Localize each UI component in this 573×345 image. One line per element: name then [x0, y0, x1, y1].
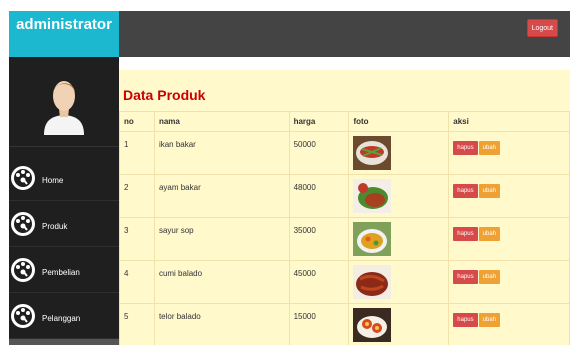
brand-title[interactable]: administrator: [9, 11, 119, 57]
cell-nama: ayam bakar: [153, 174, 290, 218]
cell-harga: 15000: [288, 303, 350, 345]
cell-aksi: hapus ubah: [448, 174, 570, 218]
hapus-button[interactable]: hapus: [453, 141, 478, 155]
sidebar-item-produk[interactable]: Produk: [9, 201, 119, 247]
column-header-no: no: [119, 111, 155, 132]
sidebar: Home Produk Pembelian Pelanggan: [9, 57, 119, 345]
cell-nama: cumi balado: [153, 260, 290, 304]
sidebar-item-label: Home: [42, 176, 64, 185]
cell-aksi: hapus ubah: [448, 303, 570, 345]
cell-foto: [348, 217, 450, 261]
product-table: no nama harga foto aksi 1 ikan bakar 500…: [119, 111, 570, 345]
cell-nama: sayur sop: [153, 217, 290, 261]
cell-no: 1: [119, 131, 155, 175]
column-header-foto: foto: [348, 111, 450, 132]
table-row: 4 cumi balado 45000 hapus ubah: [119, 260, 570, 304]
sidebar-item-label: Pembelian: [42, 268, 80, 277]
hapus-button[interactable]: hapus: [453, 184, 478, 198]
sidebar-item-label: Produk: [42, 222, 68, 231]
cell-foto: [348, 174, 450, 218]
user-avatar-icon: [44, 80, 84, 135]
cell-aksi: hapus ubah: [448, 131, 570, 175]
page-title: Data Produk: [123, 87, 206, 103]
ubah-button[interactable]: ubah: [478, 184, 500, 198]
product-photo: [353, 308, 392, 342]
ubah-button[interactable]: ubah: [478, 141, 500, 155]
cell-no: 4: [119, 260, 155, 304]
dashboard-gauge-icon: [11, 257, 35, 282]
main-area: Data Produk no nama harga foto aksi 1 ik…: [119, 57, 573, 345]
product-photo: [353, 136, 392, 170]
top-navbar: Logout: [119, 11, 570, 57]
sidebar-item-pembelian[interactable]: Pembelian: [9, 247, 119, 293]
column-header-nama: nama: [153, 111, 290, 132]
sidebar-next-item-edge: [9, 339, 119, 345]
cell-no: 3: [119, 217, 155, 261]
cell-foto: [348, 131, 450, 175]
hapus-button[interactable]: hapus: [453, 313, 478, 327]
cell-foto: [348, 303, 450, 345]
product-photo: [353, 222, 392, 256]
hapus-button[interactable]: hapus: [453, 227, 478, 241]
column-header-harga: harga: [288, 111, 350, 132]
ubah-button[interactable]: ubah: [478, 270, 500, 284]
content-panel: Data Produk no nama harga foto aksi 1 ik…: [119, 70, 570, 345]
cell-harga: 35000: [288, 217, 350, 261]
ubah-button[interactable]: ubah: [478, 227, 500, 241]
product-photo: [353, 179, 392, 213]
hapus-button[interactable]: hapus: [453, 270, 478, 284]
sidebar-item-pelanggan[interactable]: Pelanggan: [9, 293, 119, 339]
column-header-aksi: aksi: [448, 111, 570, 132]
product-photo: [353, 265, 392, 299]
cell-nama: telor balado: [153, 303, 290, 345]
table-row: 1 ikan bakar 50000 hapus ubah: [119, 131, 570, 175]
table-row: 5 telor balado 15000 hapus ubah: [119, 303, 570, 345]
sidebar-item-label: Pelanggan: [42, 314, 81, 323]
cell-no: 5: [119, 303, 155, 345]
table-header-row: no nama harga foto aksi: [119, 111, 570, 132]
logout-button[interactable]: Logout: [526, 19, 558, 37]
dashboard-gauge-icon: [11, 211, 35, 236]
table-row: 3 sayur sop 35000 hapus ubah: [119, 217, 570, 261]
cell-harga: 48000: [288, 174, 350, 218]
dashboard-gauge-icon: [11, 303, 35, 328]
user-avatar-area: [9, 57, 119, 147]
table-row: 2 ayam bakar 48000 hapus ubah: [119, 174, 570, 218]
cell-harga: 45000: [288, 260, 350, 304]
sidebar-item-home[interactable]: Home: [9, 155, 119, 201]
cell-no: 2: [119, 174, 155, 218]
ubah-button[interactable]: ubah: [478, 313, 500, 327]
cell-harga: 50000: [288, 131, 350, 175]
cell-aksi: hapus ubah: [448, 217, 570, 261]
cell-nama: ikan bakar: [153, 131, 290, 175]
cell-aksi: hapus ubah: [448, 260, 570, 304]
cell-foto: [348, 260, 450, 304]
dashboard-gauge-icon: [11, 165, 35, 190]
app-root: administrator Logout Home Produk Pembeli…: [0, 0, 573, 345]
